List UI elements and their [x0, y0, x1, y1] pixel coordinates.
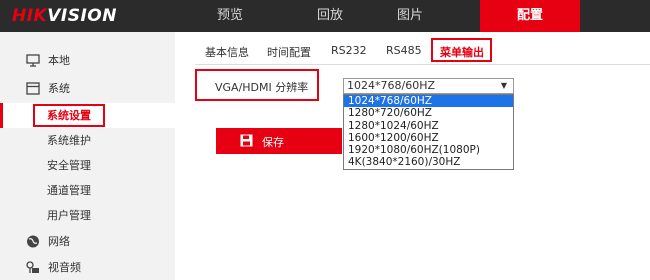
- resolution-select-value: 1024*768/60HZ: [347, 79, 435, 92]
- sidebar-item-label: 系统: [48, 82, 70, 95]
- highlight-box-tab: [431, 38, 492, 62]
- vga-hdmi-resolution-label: VGA/HDMI 分辨率: [215, 81, 309, 94]
- top-navigation-bar: HIKVISION 预览 回放 图片 配置: [0, 0, 650, 32]
- resolution-option[interactable]: 1280*720/60HZ: [344, 107, 513, 119]
- nav-picture[interactable]: 图片: [380, 0, 440, 32]
- tab-time-config[interactable]: 时间配置: [267, 44, 311, 60]
- hikvision-logo: HIKVISION: [12, 6, 117, 26]
- sidebar-item-channel-management[interactable]: 通道管理: [0, 178, 175, 203]
- logo-text-vision: VISION: [47, 6, 117, 26]
- tab-rs232[interactable]: RS232: [331, 44, 367, 57]
- tab-rs485[interactable]: RS485: [386, 44, 422, 57]
- resolution-option[interactable]: 1920*1080/60HZ(1080P): [344, 144, 513, 156]
- sidebar-item-user-management[interactable]: 用户管理: [0, 203, 175, 228]
- nav-configuration[interactable]: 配置: [480, 0, 580, 32]
- tab-basic-info[interactable]: 基本信息: [205, 44, 249, 60]
- system-icon: [26, 82, 40, 95]
- resolution-select[interactable]: 1024*768/60HZ ▼: [343, 78, 514, 94]
- sidebar-item-label: 通道管理: [47, 184, 91, 197]
- resolution-dropdown-list: 1024*768/60HZ 1280*720/60HZ 1280*1024/60…: [343, 94, 514, 170]
- highlight-box-sidebar: [33, 104, 105, 127]
- sidebar-item-system[interactable]: 系统: [0, 76, 175, 101]
- tab-divider: [195, 64, 650, 65]
- resolution-option[interactable]: 1600*1200/60HZ: [344, 132, 513, 144]
- sidebar-item-label: 用户管理: [47, 209, 91, 222]
- resolution-option[interactable]: 4K(3840*2160)/30HZ: [344, 156, 513, 168]
- sidebar-item-audio-video[interactable]: 视音频: [0, 255, 175, 280]
- sidebar-item-network[interactable]: 网络: [0, 229, 175, 254]
- sidebar-item-label: 系统维护: [47, 134, 91, 147]
- resolution-option[interactable]: 1280*1024/60HZ: [344, 120, 513, 132]
- floppy-disk-icon: [240, 134, 253, 147]
- sidebar-item-label: 安全管理: [47, 159, 91, 172]
- save-button[interactable]: 保存: [216, 128, 342, 154]
- dropdown-arrow-icon[interactable]: ▼: [501, 79, 507, 93]
- resolution-option[interactable]: 1024*768/60HZ: [344, 95, 513, 108]
- sidebar-item-label: 网络: [48, 235, 70, 248]
- sidebar-item-security-management[interactable]: 安全管理: [0, 153, 175, 178]
- globe-icon: [27, 235, 39, 248]
- sidebar-item-label: 视音频: [48, 261, 81, 274]
- logo-text-hik: HIK: [12, 6, 48, 26]
- nav-playback[interactable]: 回放: [300, 0, 360, 32]
- monitor-icon: [26, 54, 40, 67]
- sidebar-item-system-maintenance[interactable]: 系统维护: [0, 128, 175, 153]
- sidebar-item-local[interactable]: 本地: [0, 48, 175, 73]
- save-button-label: 保存: [262, 136, 284, 149]
- nav-preview[interactable]: 预览: [200, 0, 260, 32]
- sidebar-item-label: 本地: [48, 54, 70, 67]
- audio-video-icon: [26, 261, 39, 273]
